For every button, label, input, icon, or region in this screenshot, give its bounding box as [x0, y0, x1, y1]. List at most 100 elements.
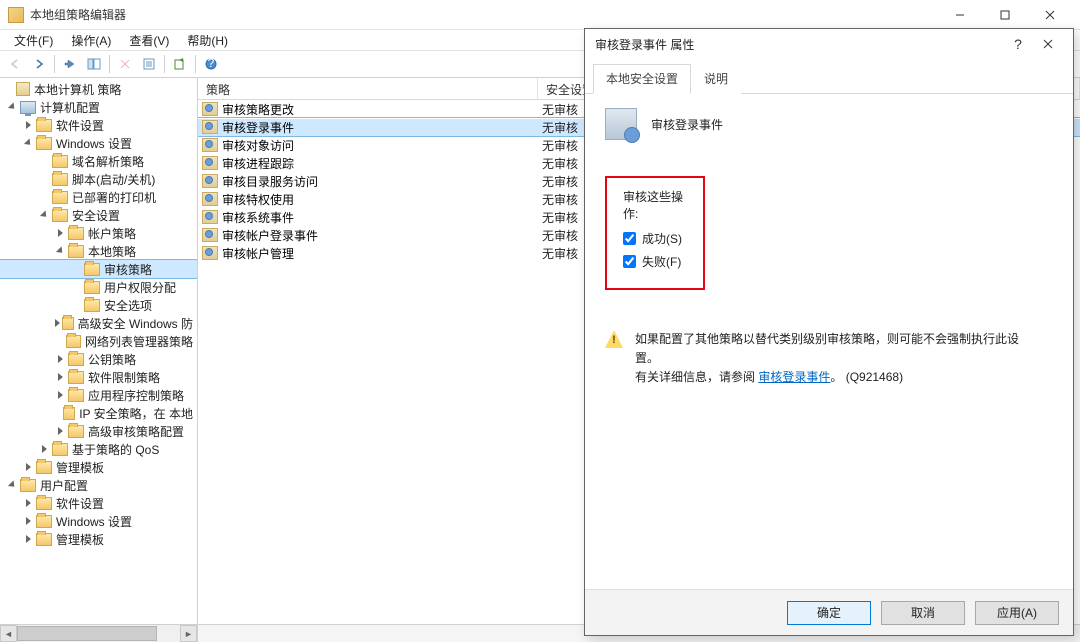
tree-software-restrict[interactable]: 软件限制策略	[0, 368, 197, 386]
minimize-button[interactable]	[937, 1, 982, 29]
policy-item-icon	[202, 192, 218, 206]
tree-windows-settings[interactable]: Windows 设置	[0, 134, 197, 152]
help-button[interactable]: ?	[200, 53, 222, 75]
policy-heading: 审核登录事件	[651, 116, 723, 133]
tree-root[interactable]: 本地计算机 策略	[0, 80, 197, 98]
info-text: 如果配置了其他策略以替代类别级别审核策略，则可能不会强制执行此设置。 有关详细信…	[635, 330, 1025, 388]
policy-name: 审核对象访问	[222, 137, 294, 154]
tree-software-settings[interactable]: 软件设置	[0, 116, 197, 134]
folder-icon	[36, 515, 52, 528]
policy-item-icon	[202, 228, 218, 242]
tree-qos[interactable]: 基于策略的 QoS	[0, 440, 197, 458]
cancel-button[interactable]: 取消	[881, 601, 965, 625]
folder-icon	[68, 227, 84, 240]
policy-root-icon	[16, 82, 30, 96]
tree-user-rights[interactable]: 用户权限分配	[0, 278, 197, 296]
checkbox-failure[interactable]: 失败(F)	[623, 253, 687, 270]
export-button[interactable]	[169, 53, 191, 75]
checkbox-success-label: 成功(S)	[642, 230, 682, 247]
tree-appctrl-policy[interactable]: 应用程序控制策略	[0, 386, 197, 404]
dialog-close-button[interactable]	[1033, 30, 1063, 58]
tree-account-policy[interactable]: 帐户策略	[0, 224, 197, 242]
note-link[interactable]: 审核登录事件	[758, 370, 830, 384]
folder-icon	[52, 155, 68, 168]
apply-button[interactable]: 应用(A)	[975, 601, 1059, 625]
show-hide-tree-button[interactable]	[83, 53, 105, 75]
group-label: 审核这些操作:	[623, 188, 687, 222]
svg-text:?: ?	[208, 58, 215, 70]
dialog-footer: 确定 取消 应用(A)	[585, 589, 1073, 635]
policy-item-icon	[202, 246, 218, 260]
toolbar-separator	[109, 55, 110, 73]
policy-item-icon	[202, 210, 218, 224]
tree-software-settings-2[interactable]: 软件设置	[0, 494, 197, 512]
computer-icon	[20, 101, 36, 114]
tree-security-settings[interactable]: 安全设置	[0, 206, 197, 224]
folder-icon	[36, 497, 52, 510]
forward-button[interactable]	[28, 53, 50, 75]
policy-name: 审核目录服务访问	[222, 173, 318, 190]
menu-view[interactable]: 查看(V)	[121, 30, 177, 51]
ok-button[interactable]: 确定	[787, 601, 871, 625]
dialog-title: 审核登录事件 属性	[595, 36, 1003, 53]
tree-net-list-mgr[interactable]: 网络列表管理器策略	[0, 332, 197, 350]
policy-item-icon	[202, 156, 218, 170]
tree-computer-config[interactable]: 计算机配置	[0, 98, 197, 116]
tree-admin-templates-1[interactable]: 管理模板	[0, 458, 197, 476]
tree-windows-settings-2[interactable]: Windows 设置	[0, 512, 197, 530]
up-button[interactable]	[59, 53, 81, 75]
menu-help[interactable]: 帮助(H)	[179, 30, 236, 51]
folder-icon	[36, 461, 52, 474]
tree-dns-policy[interactable]: 域名解析策略	[0, 152, 197, 170]
col-policy[interactable]: 策略	[198, 78, 538, 99]
window-title: 本地组策略编辑器	[30, 6, 937, 23]
tree-pane[interactable]: 本地计算机 策略 计算机配置 软件设置 Windows 设置 域名解析策略 脚本…	[0, 78, 198, 624]
warning-icon	[605, 330, 623, 348]
policy-name: 审核登录事件	[222, 119, 294, 136]
tree-pubkey-policy[interactable]: 公钥策略	[0, 350, 197, 368]
tree-adv-audit-cfg[interactable]: 高级审核策略配置	[0, 422, 197, 440]
checkbox-failure-input[interactable]	[623, 255, 636, 268]
scroll-right-button[interactable]: ►	[180, 625, 197, 642]
tree-admin-templates-2[interactable]: 管理模板	[0, 530, 197, 548]
folder-icon	[84, 263, 100, 276]
policy-icon	[605, 108, 637, 140]
dialog-help-button[interactable]: ?	[1003, 30, 1033, 58]
tree-security-options[interactable]: 安全选项	[0, 296, 197, 314]
tree-scripts[interactable]: 脚本(启动/关机)	[0, 170, 197, 188]
policy-name: 审核帐户管理	[222, 245, 294, 262]
tree-user-config[interactable]: 用户配置	[0, 476, 197, 494]
checkbox-success-input[interactable]	[623, 232, 636, 245]
dialog-titlebar: 审核登录事件 属性 ?	[585, 29, 1073, 59]
folder-icon	[84, 281, 100, 294]
policy-name: 审核帐户登录事件	[222, 227, 318, 244]
scripts-icon	[52, 173, 68, 186]
back-button[interactable]	[4, 53, 26, 75]
close-button[interactable]	[1027, 1, 1072, 29]
checkbox-failure-label: 失败(F)	[642, 253, 681, 270]
checkbox-success[interactable]: 成功(S)	[623, 230, 687, 247]
folder-icon	[62, 317, 73, 330]
delete-button[interactable]	[114, 53, 136, 75]
tree-ipsec-policy[interactable]: IP 安全策略，在 本地	[0, 404, 197, 422]
titlebar: 本地组策略编辑器	[0, 0, 1080, 30]
menu-file[interactable]: 文件(F)	[6, 30, 61, 51]
tab-explain[interactable]: 说明	[691, 64, 741, 94]
tree-deployed-printers[interactable]: 已部署的打印机	[0, 188, 197, 206]
printer-icon	[52, 191, 68, 204]
note-line2-pre: 有关详细信息，请参阅	[635, 370, 755, 384]
policy-name: 审核进程跟踪	[222, 155, 294, 172]
scroll-left-button[interactable]: ◄	[0, 625, 17, 642]
properties-button[interactable]	[138, 53, 160, 75]
maximize-button[interactable]	[982, 1, 1027, 29]
tab-local-security[interactable]: 本地安全设置	[593, 64, 691, 94]
folder-icon	[36, 533, 52, 546]
tree-local-policy[interactable]: 本地策略	[0, 242, 197, 260]
tree-adv-firewall[interactable]: 高级安全 Windows 防	[0, 314, 197, 332]
folder-icon	[36, 119, 52, 132]
tree-audit-policy[interactable]: 审核策略	[0, 260, 197, 278]
qos-icon	[52, 443, 68, 456]
menu-action[interactable]: 操作(A)	[63, 30, 119, 51]
scroll-track[interactable]	[17, 625, 180, 642]
audit-options-group: 审核这些操作: 成功(S) 失败(F)	[605, 176, 705, 290]
